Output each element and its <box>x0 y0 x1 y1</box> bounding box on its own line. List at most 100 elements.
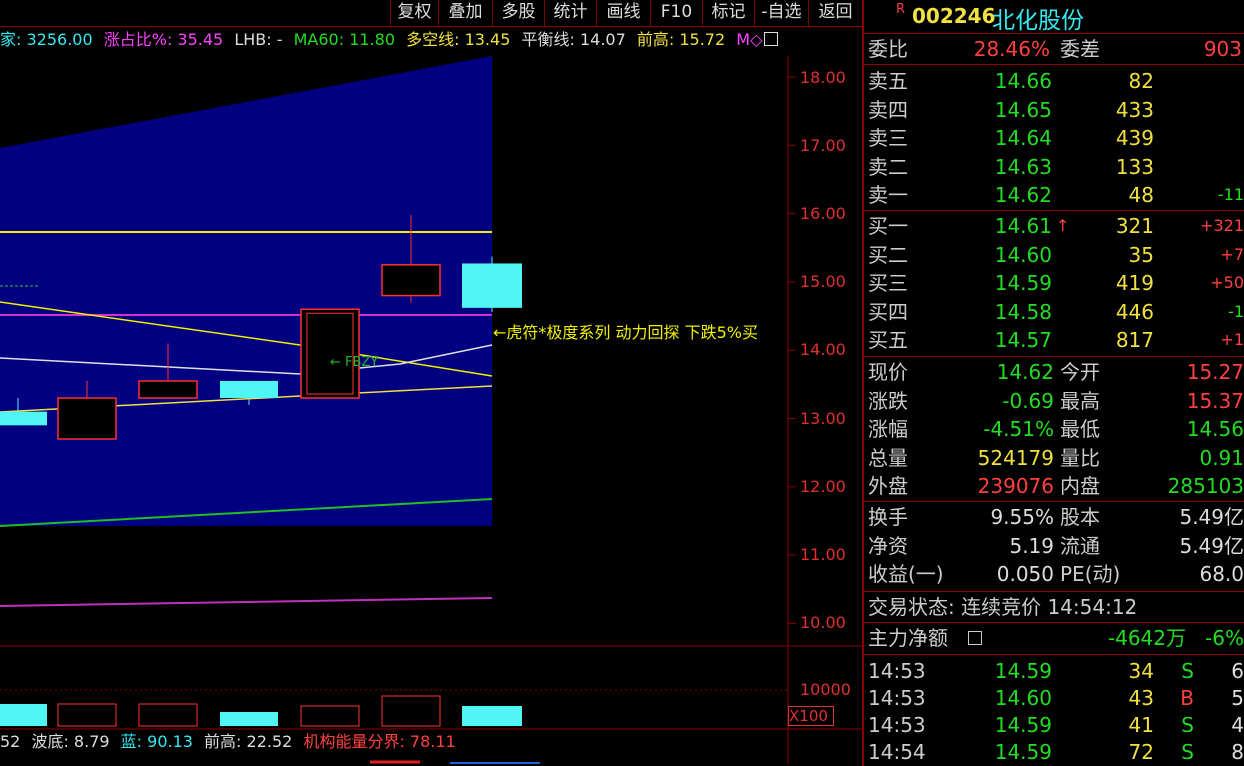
add-watchlist-button[interactable]: -自选 <box>754 0 808 26</box>
volume-bar <box>381 695 441 727</box>
stat-value: 524179 <box>977 445 1054 470</box>
price-label-14: 14.00 <box>800 340 846 359</box>
buy-change: +1 <box>1220 330 1244 350</box>
overlay-button[interactable]: 叠加 <box>438 0 492 26</box>
stat-value: 239076 <box>977 474 1054 499</box>
tick-volume: 72 <box>1128 740 1154 764</box>
buy-volume: 35 <box>1128 242 1154 267</box>
price-label-15: 15.00 <box>800 272 846 291</box>
tick-side: S <box>1181 659 1194 683</box>
buy-volume: 817 <box>1115 328 1154 353</box>
stat2-value-2: 5.49亿 <box>1179 533 1244 558</box>
tick-row: 14:53 14.60 43 B 5 <box>864 684 1244 712</box>
stat2-value-2: 68.0 <box>1199 562 1244 587</box>
fbzy-note: ← FBZY <box>330 355 378 370</box>
main-flow-row: 主力净额 -4642万 -6% <box>864 624 1244 652</box>
tick-count: 8 <box>1231 740 1244 764</box>
stock-code: 002246 <box>912 4 996 28</box>
sell-volume: 48 <box>1128 183 1154 208</box>
stat-label-2: 最低 <box>1060 417 1100 442</box>
tick-row: 14:53 14.59 34 S 6 <box>864 657 1244 685</box>
tick-side: S <box>1181 740 1194 764</box>
sell-level-row: 卖二 14.63 133 <box>864 153 1244 181</box>
fuquan-button[interactable]: 复权 <box>390 0 438 26</box>
buy-volume: 419 <box>1115 271 1154 296</box>
price-label-17: 17.00 <box>800 136 846 155</box>
buy-price: 14.61 <box>994 214 1052 238</box>
mark-button[interactable]: 标记 <box>702 0 754 26</box>
tick-price: 14.59 <box>994 713 1052 737</box>
buy-level-row: 买二 14.60 35 +7 <box>864 241 1244 269</box>
stat2-value: 0.050 <box>996 562 1054 587</box>
buy-price: 14.57 <box>994 328 1052 353</box>
sell-level-row: 卖三 14.64 439 <box>864 124 1244 152</box>
sell-price: 14.62 <box>994 183 1052 208</box>
buy-level-row: 买四 14.58 446 -1 <box>864 298 1244 326</box>
stat-label-2: 最高 <box>1060 388 1100 413</box>
flow-detail-icon[interactable] <box>968 631 982 645</box>
buy-label: 买五 <box>868 328 908 353</box>
multi-stock-button[interactable]: 多股 <box>492 0 544 26</box>
chart-toolbar: 复权 叠加 多股 统计 画线 F10 标记 -自选 返回 <box>0 0 862 26</box>
stock-name: 北化股份 <box>992 8 1084 34</box>
toolbar-divider <box>0 26 862 27</box>
buy-level-row: 买一 14.61 ↑ 321 +321 <box>864 212 1244 240</box>
volume-bar <box>462 706 522 726</box>
buy-change: +321 <box>1200 216 1244 235</box>
candle-body <box>220 380 278 399</box>
sell-price: 14.64 <box>994 126 1052 151</box>
draw-line-button[interactable]: 画线 <box>596 0 650 26</box>
tick-time: 14:53 <box>868 713 926 737</box>
sell-price: 14.63 <box>994 154 1052 179</box>
candle-body <box>57 397 117 440</box>
stat-row: 现价 14.62 今开 15.27 <box>864 358 1244 386</box>
tick-time: 14:53 <box>868 686 926 710</box>
stat-label: 总量 <box>868 445 908 470</box>
weicha-label: 委差 <box>1060 37 1100 61</box>
indicator-line: 家: 3256.00 涨占比%: 35.45 LHB: - MA60: 11.8… <box>0 28 790 52</box>
tick-side: B <box>1180 686 1194 710</box>
quote-panel: R 002246 北化股份 委比 28.46% 委差 903 卖五 14.66 82… <box>862 0 1244 766</box>
stat2-value-2: 5.49亿 <box>1179 505 1244 529</box>
stat2-row: 换手 9.55% 股本 5.49亿 <box>864 503 1244 531</box>
signal-annotation: ←虎符*极度系列 动力回探 下跌5%买 <box>493 323 758 342</box>
tick-price: 14.60 <box>994 686 1052 710</box>
sell-volume: 133 <box>1115 154 1154 179</box>
tick-volume: 43 <box>1128 686 1154 710</box>
tick-row: 14:53 14.59 41 S 4 <box>864 711 1244 739</box>
sell-price: 14.65 <box>994 97 1052 122</box>
purple-line <box>0 597 493 607</box>
buy-change: +50 <box>1210 273 1244 293</box>
tick-count: 5 <box>1231 686 1244 710</box>
stat-label-2: 今开 <box>1060 360 1100 384</box>
ind-m: M◇ <box>736 30 763 49</box>
ind-pingheng: 平衡线: 14.07 <box>521 30 626 49</box>
stat-label-2: 量比 <box>1060 445 1100 470</box>
stat2-label: 净资 <box>868 533 908 558</box>
tick-row: 14:54 14.59 72 S 8 <box>864 738 1244 766</box>
buy-label: 买二 <box>868 242 908 267</box>
ind-ma60: MA60: 11.80 <box>293 30 395 49</box>
tick-time: 14:54 <box>868 740 926 764</box>
bot-bodi: 波底: 8.79 <box>31 732 110 751</box>
sell-label: 卖一 <box>868 183 908 208</box>
tick-price: 14.59 <box>994 659 1052 683</box>
candle-body <box>0 411 47 426</box>
stat-row: 涨幅 -4.51% 最低 14.56 <box>864 415 1244 443</box>
stat-value-2: 15.27 <box>1186 360 1244 384</box>
bot-lan: 蓝: 90.13 <box>120 732 193 751</box>
tick-count: 4 <box>1231 713 1244 737</box>
stat-value: -0.69 <box>1002 388 1054 413</box>
buy-price: 14.60 <box>994 242 1052 267</box>
panel-toggle-icon[interactable] <box>764 32 778 46</box>
tick-price: 14.59 <box>994 740 1052 764</box>
volume-bar <box>138 703 198 727</box>
buy-price: 14.58 <box>994 299 1052 324</box>
f10-button[interactable]: F10 <box>650 0 702 26</box>
stat-value: 14.62 <box>996 360 1054 384</box>
stat2-row: 净资 5.19 流通 5.49亿 <box>864 532 1244 560</box>
statistics-button[interactable]: 统计 <box>544 0 596 26</box>
candle-body <box>138 380 198 399</box>
back-button[interactable]: 返回 <box>808 0 862 26</box>
volume-bar <box>0 704 47 726</box>
